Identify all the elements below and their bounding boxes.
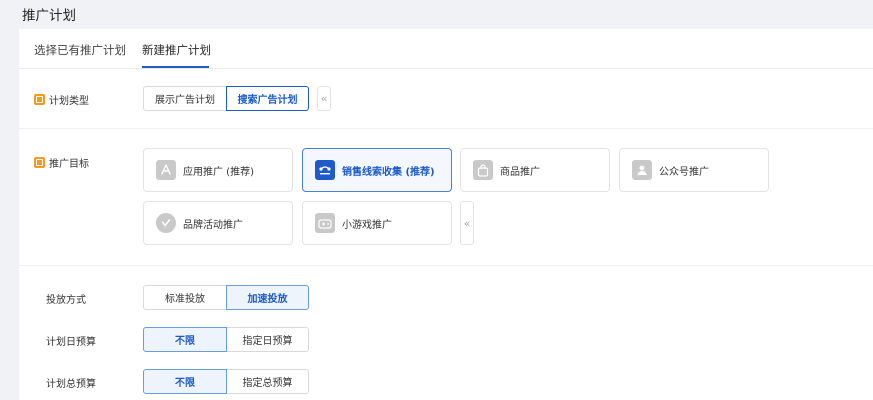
daily-budget-label: 计划日预算 xyxy=(46,337,96,348)
goal-app-promotion-label: 应用推广 (推荐) xyxy=(183,166,254,178)
official-account-icon xyxy=(632,160,652,180)
goal-official-account-promotion[interactable]: 公众号推广 xyxy=(619,148,769,192)
total-budget-unlimited-button[interactable]: 不限 xyxy=(143,369,227,394)
brand-check-icon xyxy=(156,213,176,233)
goal-brand-activity-promotion[interactable]: 品牌活动推广 xyxy=(143,201,293,245)
lead-collection-icon xyxy=(315,160,335,180)
goal-mini-game-promotion[interactable]: 小游戏推广 xyxy=(302,201,452,245)
app-store-icon xyxy=(156,160,176,180)
tab-existing-plan[interactable]: 选择已有推广计划 xyxy=(34,42,126,58)
goal-lead-collection-label: 销售线索收集 (推荐) xyxy=(342,166,435,178)
daily-budget-specify-button[interactable]: 指定日预算 xyxy=(226,327,309,352)
double-chevron-left-icon: « xyxy=(320,92,328,105)
section-divider xyxy=(19,128,873,129)
tab-new-plan[interactable]: 新建推广计划 xyxy=(142,42,211,58)
required-badge-icon xyxy=(34,157,45,168)
main-card: 选择已有推广计划 新建推广计划 计划类型 展示广告计划 搜索广告计划 « 推广目… xyxy=(19,29,873,400)
required-badge-icon xyxy=(34,94,45,105)
goal-app-promotion[interactable]: 应用推广 (推荐) xyxy=(143,148,293,192)
tab-active-indicator xyxy=(142,66,209,68)
delivery-method-label: 投放方式 xyxy=(46,295,86,306)
delivery-standard-button[interactable]: 标准投放 xyxy=(143,285,227,310)
goal-official-account-promotion-label: 公众号推广 xyxy=(659,166,709,178)
goal-product-promotion[interactable]: 商品推广 xyxy=(460,148,610,192)
plan-type-label-text: 计划类型 xyxy=(49,96,89,107)
plan-type-display-button[interactable]: 展示广告计划 xyxy=(143,86,227,111)
plan-type-label: 计划类型 xyxy=(34,92,89,107)
promo-goal-collapse-button[interactable]: « xyxy=(460,201,474,245)
delivery-accelerated-button[interactable]: 加速投放 xyxy=(226,285,309,310)
goal-product-promotion-label: 商品推广 xyxy=(500,166,540,178)
page-title: 推广计划 xyxy=(22,8,76,24)
delivery-method-selector: 标准投放 加速投放 xyxy=(143,285,309,310)
goal-brand-activity-promotion-label: 品牌活动推广 xyxy=(183,219,243,231)
double-chevron-left-icon: « xyxy=(463,216,471,230)
plan-type-search-button[interactable]: 搜索广告计划 xyxy=(226,86,309,111)
daily-budget-unlimited-button[interactable]: 不限 xyxy=(143,327,227,352)
plan-type-collapse-button[interactable]: « xyxy=(317,86,331,111)
promo-goal-label: 推广目标 xyxy=(34,155,89,170)
daily-budget-selector: 不限 指定日预算 xyxy=(143,327,309,352)
gamepad-icon xyxy=(315,213,335,233)
section-divider xyxy=(19,265,873,266)
total-budget-label: 计划总预算 xyxy=(46,379,96,390)
total-budget-selector: 不限 指定总预算 xyxy=(143,369,309,394)
goal-mini-game-promotion-label: 小游戏推广 xyxy=(342,219,392,231)
total-budget-specify-button[interactable]: 指定总预算 xyxy=(226,369,309,394)
promo-goal-label-text: 推广目标 xyxy=(49,159,89,170)
tab-bar: 选择已有推广计划 新建推广计划 xyxy=(19,29,873,69)
goal-lead-collection[interactable]: 销售线索收集 (推荐) xyxy=(302,148,452,192)
plan-type-selector: 展示广告计划 搜索广告计划 xyxy=(143,86,309,111)
shopping-bag-icon xyxy=(473,160,493,180)
